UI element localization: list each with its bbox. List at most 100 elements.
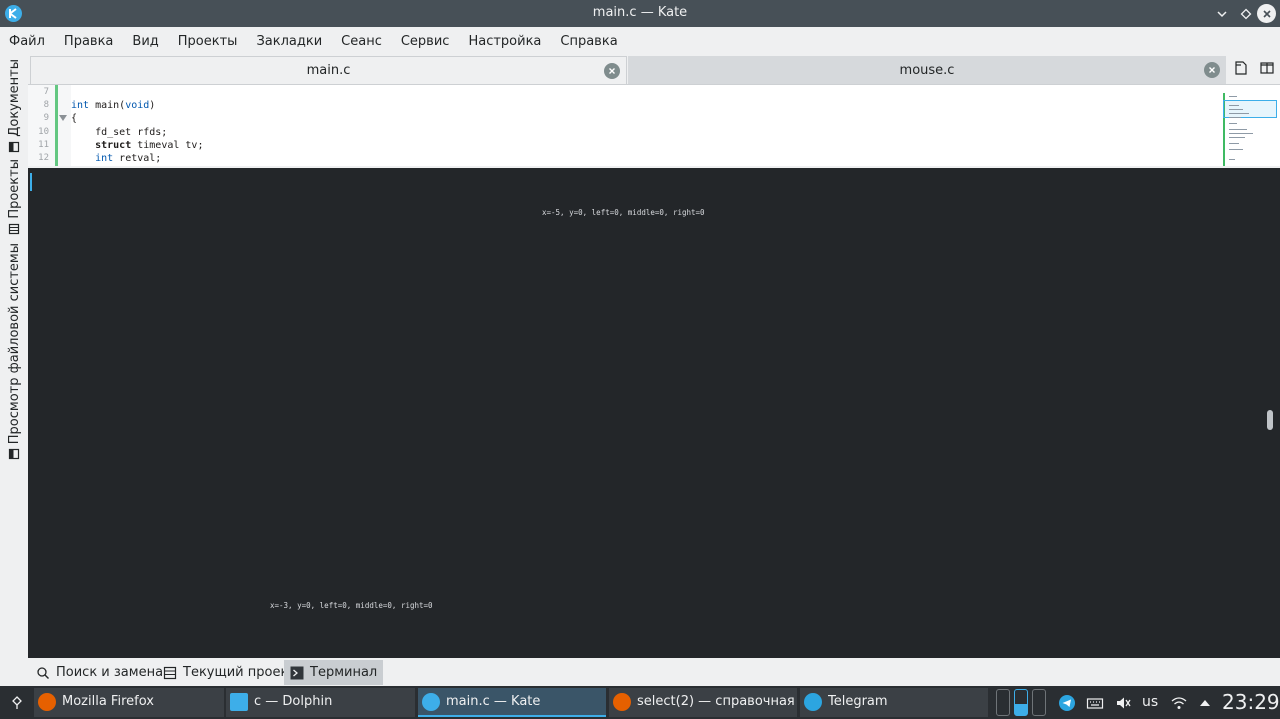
terminal-output-line: x=-3, y=0, left=0, middle=0, right=0 [270, 601, 433, 610]
left-sidebar: Документы Проекты Просмотр файловой сист… [0, 55, 28, 658]
minimap-line [1229, 133, 1253, 134]
minimap[interactable] [1223, 93, 1278, 166]
task-telegram[interactable]: Telegram [800, 688, 988, 717]
minimap-line [1229, 123, 1237, 124]
close-tab-icon[interactable] [1204, 62, 1220, 78]
task-kate[interactable]: main.c — Kate [418, 688, 606, 717]
task-dolphin[interactable]: c — Dolphin [226, 688, 415, 717]
keyboard-icon[interactable] [1086, 694, 1104, 712]
document-tab-bar: main.c mouse.c [28, 55, 1228, 84]
code-text[interactable]: int main(void) { fd_set rfds; struct tim… [71, 86, 203, 165]
tab-label: mouse.c [899, 62, 955, 78]
close-button[interactable] [1257, 4, 1276, 23]
code-line: int retval; [95, 152, 162, 164]
menu-tools[interactable]: Сервис [401, 34, 450, 49]
terminal-cursor [30, 173, 32, 191]
taskbar: Mozilla Firefox c — Dolphin main.c — Kat… [0, 686, 1280, 719]
code-line: struct timeval tv; [95, 139, 204, 151]
terminal-output-line: x=-5, y=0, left=0, middle=0, right=0 [542, 208, 705, 217]
tab-main-c[interactable]: main.c [30, 56, 627, 84]
terminal-panel[interactable]: x=-5, y=0, left=0, middle=0, right=0 x=-… [28, 168, 1280, 658]
line-number: 11 [38, 139, 49, 150]
folder-icon [230, 692, 248, 711]
menu-view[interactable]: Вид [132, 34, 158, 49]
modified-line-marker [55, 85, 58, 166]
menu-edit[interactable]: Правка [64, 34, 113, 49]
minimap-line [1229, 137, 1245, 138]
volume-muted-icon[interactable] [1114, 694, 1132, 712]
fold-arrow-icon[interactable] [59, 115, 67, 121]
tab-label: Поиск и замена [56, 665, 164, 680]
tab-label: Текущий проект [183, 665, 296, 680]
menu-session[interactable]: Сеанс [341, 34, 382, 49]
sidebar-item-label: Документы [6, 59, 22, 137]
code-editor[interactable]: 7 8 9 10 11 12 int main(void) { fd_set r… [28, 84, 1280, 166]
minimap-line [1229, 143, 1239, 144]
menu-file[interactable]: Файл [9, 34, 45, 49]
sidebar-item-projects[interactable]: Проекты [4, 159, 24, 235]
task-label: main.c — Kate [446, 694, 541, 709]
tool-view-bar: Поиск и замена Текущий проект Терминал [28, 658, 1280, 686]
code-line: fd_set rfds; [71, 126, 168, 138]
telegram-icon [804, 692, 822, 711]
sidebar-item-documents[interactable]: Документы [4, 59, 24, 153]
tray-expand-icon[interactable] [1196, 694, 1214, 712]
tab-label: Терминал [310, 665, 378, 680]
menu-settings[interactable]: Настройка [468, 34, 541, 49]
line-number: 12 [38, 152, 49, 163]
close-tab-icon[interactable] [604, 63, 620, 79]
tab-terminal[interactable]: Терминал [284, 660, 384, 685]
filesystem-icon [8, 449, 20, 460]
menu-bar: Файл Правка Вид Проекты Закладки Сеанс С… [0, 27, 1280, 55]
virtual-desktop-1[interactable] [996, 689, 1010, 716]
firefox-icon [38, 692, 56, 711]
tab-mouse-c[interactable]: mouse.c [628, 56, 1226, 84]
sidebar-item-filesystem[interactable]: Просмотр файловой системы [4, 243, 24, 460]
telegram-tray-icon[interactable] [1058, 694, 1076, 712]
minimap-line [1229, 149, 1243, 150]
firefox-icon [613, 692, 631, 711]
menu-help[interactable]: Справка [560, 34, 617, 49]
minimize-button[interactable] [1212, 4, 1231, 23]
line-number: 8 [43, 100, 49, 111]
wifi-icon[interactable] [1170, 694, 1188, 712]
search-icon [37, 666, 49, 679]
kate-icon [422, 692, 440, 711]
minimap-line [1229, 117, 1241, 118]
terminal-icon [290, 666, 304, 679]
line-number: 10 [38, 126, 49, 137]
tab-current-project[interactable]: Текущий проект [157, 660, 302, 685]
line-number: 7 [43, 87, 49, 97]
split-view-icon[interactable] [1259, 60, 1275, 76]
keyboard-layout-indicator[interactable]: us [1142, 694, 1158, 710]
tab-search-replace[interactable]: Поиск и замена [30, 660, 169, 685]
clock[interactable]: 23:29 [1222, 690, 1280, 714]
task-firefox-select[interactable]: select(2) — справочная с... [609, 688, 797, 717]
new-document-icon[interactable] [1233, 60, 1249, 76]
line-number: 9 [43, 113, 49, 124]
project-list-icon [163, 666, 177, 679]
menu-projects[interactable]: Проекты [178, 34, 238, 49]
minimap-line [1229, 105, 1239, 106]
virtual-desktop-2[interactable] [1014, 689, 1028, 716]
minimap-line [1229, 129, 1247, 130]
window-title: main.c — Kate [592, 5, 688, 20]
app-launcher-icon[interactable] [8, 694, 26, 712]
fold-column [55, 85, 71, 166]
projects-icon [8, 223, 20, 234]
tab-label: main.c [306, 63, 351, 78]
maximize-button[interactable] [1236, 4, 1255, 23]
terminal-scrollbar[interactable] [1267, 410, 1273, 430]
code-line: { [71, 113, 78, 125]
document-icon [8, 141, 20, 152]
menu-bookmarks[interactable]: Закладки [256, 34, 322, 49]
minimap-line [1229, 113, 1249, 114]
task-firefox[interactable]: Mozilla Firefox [34, 688, 224, 717]
virtual-desktop-3[interactable] [1032, 689, 1046, 716]
sidebar-item-label: Просмотр файловой системы [6, 243, 22, 445]
minimap-line [1229, 109, 1243, 110]
task-label: Telegram [828, 694, 888, 709]
task-label: select(2) — справочная с... [637, 694, 797, 709]
sidebar-item-label: Проекты [6, 159, 22, 219]
